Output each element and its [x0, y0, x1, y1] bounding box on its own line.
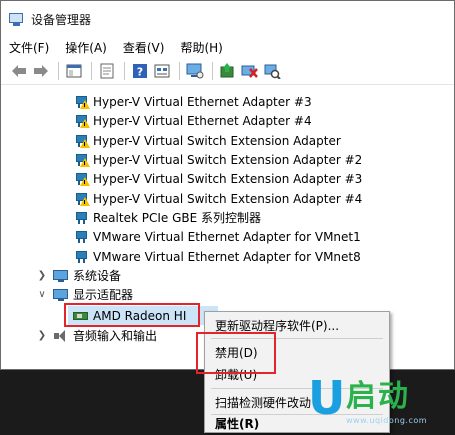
menu-action[interactable]: 操作(A): [65, 39, 107, 56]
monitor-icon[interactable]: [185, 61, 205, 81]
chevron-right-icon[interactable]: ❯: [35, 330, 49, 341]
tree-item-amd-radeon[interactable]: AMD Radeon HI: [73, 306, 186, 325]
tree-item-label: Hyper-V Virtual Ethernet Adapter #3: [93, 94, 312, 109]
tree-item-network-adapter[interactable]: VMware Virtual Ethernet Adapter for VMne…: [75, 227, 361, 246]
display-adapters-icon: [53, 288, 69, 302]
tree-item-label: Hyper-V Virtual Ethernet Adapter #4: [93, 113, 312, 128]
logo-url: www.uqidong.com: [346, 416, 428, 425]
title-bar: 设备管理器: [1, 1, 454, 37]
menu-item-disable[interactable]: 禁用(D): [205, 341, 389, 363]
network-adapter-icon: [75, 211, 89, 225]
show-hide-tree-icon[interactable]: [64, 61, 84, 81]
tree-item-label: Hyper-V Virtual Switch Extension Adapter…: [93, 152, 363, 167]
view-icon[interactable]: [152, 61, 172, 81]
network-adapter-warning-icon: [75, 172, 90, 186]
tree-item-network-adapter[interactable]: Hyper-V Virtual Switch Extension Adapter…: [75, 150, 362, 169]
network-adapter-warning-icon: [75, 153, 90, 167]
toolbar-separator: [58, 61, 59, 80]
tree-item-label: AMD Radeon HI: [93, 308, 187, 323]
tree-item-network-adapter[interactable]: VMware Virtual Ethernet Adapter for VMne…: [75, 247, 361, 266]
properties-icon[interactable]: [97, 61, 117, 81]
disable-device-icon[interactable]: [240, 61, 260, 81]
menu-bar: 文件(F) 操作(A) 查看(V) 帮助(H): [1, 37, 454, 57]
menu-separator: [211, 338, 383, 339]
toolbar-separator: [212, 61, 213, 80]
forward-arrow-icon[interactable]: [31, 61, 51, 81]
back-arrow-icon[interactable]: [9, 61, 29, 81]
tree-item-network-adapter[interactable]: Realtek PCIe GBE 系列控制器: [75, 208, 261, 227]
toolbar-separator: [91, 61, 92, 80]
network-adapter-warning-icon: [75, 134, 90, 148]
svg-text:?: ?: [137, 65, 143, 78]
menu-view[interactable]: 查看(V): [123, 39, 165, 56]
tree-item-label: VMware Virtual Ethernet Adapter for VMne…: [93, 249, 361, 264]
tree-item-label: Hyper-V Virtual Switch Extension Adapter…: [93, 191, 363, 206]
speaker-icon: [53, 329, 69, 343]
tree-item-label: 显示适配器: [73, 288, 134, 302]
update-driver-icon[interactable]: [218, 61, 238, 81]
tree-category-display-adapters[interactable]: ∨ 显示适配器: [35, 285, 133, 304]
menu-item-update-driver[interactable]: 更新驱动程序软件(P)...: [205, 314, 389, 336]
scan-hardware-icon[interactable]: [262, 61, 282, 81]
network-adapter-warning-icon: [75, 95, 90, 109]
chevron-right-icon[interactable]: ❯: [35, 270, 49, 281]
tree-item-label: Hyper-V Virtual Switch Extension Adapter…: [93, 171, 363, 186]
network-adapter-warning-icon: [75, 192, 90, 206]
toolbar-separator: [124, 61, 125, 80]
tree-item-label: Hyper-V Virtual Switch Extension Adapter: [93, 133, 341, 148]
network-adapter-warning-icon: [75, 114, 90, 128]
logo-text: 启动: [346, 379, 410, 414]
toolbar-separator: [179, 61, 180, 80]
tree-item-network-adapter[interactable]: Hyper-V Virtual Ethernet Adapter #3: [75, 92, 312, 111]
device-manager-icon: [9, 12, 25, 26]
tree-item-network-adapter[interactable]: Hyper-V Virtual Switch Extension Adapter…: [75, 189, 362, 208]
display-card-icon: [73, 309, 89, 323]
network-adapter-icon: [75, 230, 89, 244]
tree-item-network-adapter[interactable]: Hyper-V Virtual Switch Extension Adapter…: [75, 169, 362, 188]
tree-item-network-adapter[interactable]: Hyper-V Virtual Ethernet Adapter #4: [75, 111, 312, 130]
help-icon[interactable]: ?: [130, 61, 150, 81]
menu-help[interactable]: 帮助(H): [180, 39, 222, 56]
tree-item-label: VMware Virtual Ethernet Adapter for VMne…: [93, 229, 361, 244]
toolbar: ?: [1, 57, 454, 85]
tree-item-label: Realtek PCIe GBE 系列控制器: [93, 211, 262, 225]
tree-category-audio[interactable]: ❯ 音频输入和输出: [35, 326, 157, 345]
logo-letter: U: [308, 371, 346, 425]
watermark-logo: U 启动 www.uqidong.com: [300, 372, 450, 432]
tree-item-label: 系统设备: [73, 269, 122, 283]
tree-category-system-devices[interactable]: ❯ 系统设备: [35, 266, 121, 285]
window-title: 设备管理器: [31, 12, 92, 27]
network-adapter-icon: [75, 250, 89, 264]
tree-item-label: 音频输入和输出: [73, 329, 158, 343]
menu-file[interactable]: 文件(F): [9, 39, 49, 56]
tree-item-network-adapter[interactable]: Hyper-V Virtual Switch Extension Adapter: [75, 131, 341, 150]
chevron-down-icon[interactable]: ∨: [35, 289, 49, 300]
system-devices-icon: [53, 269, 69, 283]
